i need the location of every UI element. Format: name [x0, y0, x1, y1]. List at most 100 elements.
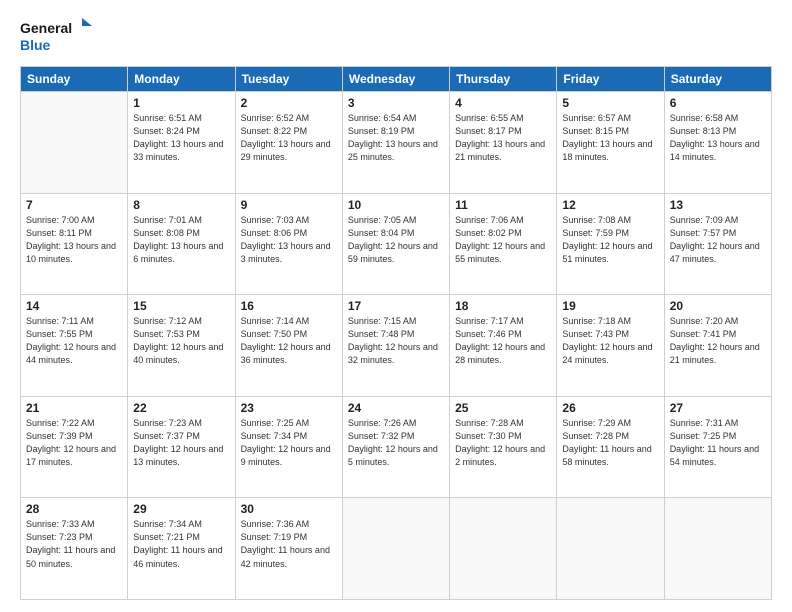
day-number: 7	[26, 198, 122, 212]
day-info: Sunrise: 7:05 AMSunset: 8:04 PMDaylight:…	[348, 214, 444, 266]
calendar-week-2: 14 Sunrise: 7:11 AMSunset: 7:55 PMDayligh…	[21, 295, 772, 397]
calendar-cell: 26 Sunrise: 7:29 AMSunset: 7:28 PMDayligh…	[557, 396, 664, 498]
day-number: 28	[26, 502, 122, 516]
day-number: 8	[133, 198, 229, 212]
day-number: 18	[455, 299, 551, 313]
header-row: Sunday Monday Tuesday Wednesday Thursday…	[21, 67, 772, 92]
day-number: 1	[133, 96, 229, 110]
day-number: 17	[348, 299, 444, 313]
day-info: Sunrise: 7:18 AMSunset: 7:43 PMDaylight:…	[562, 315, 658, 367]
calendar-cell	[450, 498, 557, 600]
day-info: Sunrise: 7:33 AMSunset: 7:23 PMDaylight:…	[26, 518, 122, 570]
day-info: Sunrise: 6:55 AMSunset: 8:17 PMDaylight:…	[455, 112, 551, 164]
day-info: Sunrise: 7:20 AMSunset: 7:41 PMDaylight:…	[670, 315, 766, 367]
calendar-cell: 7 Sunrise: 7:00 AMSunset: 8:11 PMDaylight…	[21, 193, 128, 295]
day-info: Sunrise: 7:11 AMSunset: 7:55 PMDaylight:…	[26, 315, 122, 367]
calendar-cell	[664, 498, 771, 600]
day-info: Sunrise: 7:08 AMSunset: 7:59 PMDaylight:…	[562, 214, 658, 266]
logo-svg: General Blue	[20, 16, 92, 56]
day-number: 26	[562, 401, 658, 415]
calendar-cell: 29 Sunrise: 7:34 AMSunset: 7:21 PMDayligh…	[128, 498, 235, 600]
calendar-week-1: 7 Sunrise: 7:00 AMSunset: 8:11 PMDaylight…	[21, 193, 772, 295]
day-number: 10	[348, 198, 444, 212]
day-number: 2	[241, 96, 337, 110]
calendar-cell: 20 Sunrise: 7:20 AMSunset: 7:41 PMDayligh…	[664, 295, 771, 397]
calendar-cell: 8 Sunrise: 7:01 AMSunset: 8:08 PMDaylight…	[128, 193, 235, 295]
calendar-cell: 25 Sunrise: 7:28 AMSunset: 7:30 PMDayligh…	[450, 396, 557, 498]
calendar-cell: 1 Sunrise: 6:51 AMSunset: 8:24 PMDaylight…	[128, 92, 235, 194]
day-info: Sunrise: 7:09 AMSunset: 7:57 PMDaylight:…	[670, 214, 766, 266]
calendar-cell: 19Sunrise: 7:18 AMSunset: 7:43 PMDayligh…	[557, 295, 664, 397]
calendar-cell: 22 Sunrise: 7:23 AMSunset: 7:37 PMDayligh…	[128, 396, 235, 498]
calendar-cell: 10 Sunrise: 7:05 AMSunset: 8:04 PMDayligh…	[342, 193, 449, 295]
day-number: 27	[670, 401, 766, 415]
calendar-cell: 13 Sunrise: 7:09 AMSunset: 7:57 PMDayligh…	[664, 193, 771, 295]
col-sunday: Sunday	[21, 67, 128, 92]
calendar-cell: 5 Sunrise: 6:57 AMSunset: 8:15 PMDaylight…	[557, 92, 664, 194]
day-number: 22	[133, 401, 229, 415]
day-number: 21	[26, 401, 122, 415]
calendar-cell: 24 Sunrise: 7:26 AMSunset: 7:32 PMDayligh…	[342, 396, 449, 498]
day-info: Sunrise: 7:01 AMSunset: 8:08 PMDaylight:…	[133, 214, 229, 266]
day-number: 4	[455, 96, 551, 110]
day-number: 11	[455, 198, 551, 212]
calendar-cell: 21Sunrise: 7:22 AMSunset: 7:39 PMDayligh…	[21, 396, 128, 498]
day-number: 29	[133, 502, 229, 516]
col-monday: Monday	[128, 67, 235, 92]
calendar-week-3: 21Sunrise: 7:22 AMSunset: 7:39 PMDayligh…	[21, 396, 772, 498]
day-number: 12	[562, 198, 658, 212]
calendar-cell	[21, 92, 128, 194]
day-info: Sunrise: 6:52 AMSunset: 8:22 PMDaylight:…	[241, 112, 337, 164]
calendar-cell: 4 Sunrise: 6:55 AMSunset: 8:17 PMDaylight…	[450, 92, 557, 194]
day-info: Sunrise: 7:34 AMSunset: 7:21 PMDaylight:…	[133, 518, 229, 570]
day-number: 20	[670, 299, 766, 313]
day-info: Sunrise: 6:54 AMSunset: 8:19 PMDaylight:…	[348, 112, 444, 164]
day-number: 9	[241, 198, 337, 212]
calendar-cell: 2 Sunrise: 6:52 AMSunset: 8:22 PMDaylight…	[235, 92, 342, 194]
header: General Blue	[20, 16, 772, 56]
calendar-cell: 9 Sunrise: 7:03 AMSunset: 8:06 PMDaylight…	[235, 193, 342, 295]
day-number: 3	[348, 96, 444, 110]
day-info: Sunrise: 7:03 AMSunset: 8:06 PMDaylight:…	[241, 214, 337, 266]
day-info: Sunrise: 7:14 AMSunset: 7:50 PMDaylight:…	[241, 315, 337, 367]
calendar-table: Sunday Monday Tuesday Wednesday Thursday…	[20, 66, 772, 600]
svg-text:General: General	[20, 20, 72, 36]
day-number: 30	[241, 502, 337, 516]
day-number: 15	[133, 299, 229, 313]
day-info: Sunrise: 7:15 AMSunset: 7:48 PMDaylight:…	[348, 315, 444, 367]
col-saturday: Saturday	[664, 67, 771, 92]
day-info: Sunrise: 7:23 AMSunset: 7:37 PMDaylight:…	[133, 417, 229, 469]
calendar-cell: 12 Sunrise: 7:08 AMSunset: 7:59 PMDayligh…	[557, 193, 664, 295]
day-info: Sunrise: 7:25 AMSunset: 7:34 PMDaylight:…	[241, 417, 337, 469]
day-number: 25	[455, 401, 551, 415]
calendar-cell: 15 Sunrise: 7:12 AMSunset: 7:53 PMDayligh…	[128, 295, 235, 397]
day-number: 24	[348, 401, 444, 415]
col-wednesday: Wednesday	[342, 67, 449, 92]
day-info: Sunrise: 7:29 AMSunset: 7:28 PMDaylight:…	[562, 417, 658, 469]
day-info: Sunrise: 6:51 AMSunset: 8:24 PMDaylight:…	[133, 112, 229, 164]
calendar-cell: 6Sunrise: 6:58 AMSunset: 8:13 PMDaylight…	[664, 92, 771, 194]
day-info: Sunrise: 7:26 AMSunset: 7:32 PMDaylight:…	[348, 417, 444, 469]
col-thursday: Thursday	[450, 67, 557, 92]
col-tuesday: Tuesday	[235, 67, 342, 92]
day-number: 14	[26, 299, 122, 313]
day-info: Sunrise: 7:00 AMSunset: 8:11 PMDaylight:…	[26, 214, 122, 266]
day-info: Sunrise: 6:57 AMSunset: 8:15 PMDaylight:…	[562, 112, 658, 164]
day-number: 16	[241, 299, 337, 313]
day-number: 13	[670, 198, 766, 212]
day-info: Sunrise: 7:28 AMSunset: 7:30 PMDaylight:…	[455, 417, 551, 469]
calendar-cell: 27 Sunrise: 7:31 AMSunset: 7:25 PMDayligh…	[664, 396, 771, 498]
day-info: Sunrise: 7:31 AMSunset: 7:25 PMDaylight:…	[670, 417, 766, 469]
col-friday: Friday	[557, 67, 664, 92]
calendar-cell: 28 Sunrise: 7:33 AMSunset: 7:23 PMDayligh…	[21, 498, 128, 600]
calendar-cell	[557, 498, 664, 600]
logo: General Blue	[20, 16, 92, 56]
calendar-cell: 17 Sunrise: 7:15 AMSunset: 7:48 PMDayligh…	[342, 295, 449, 397]
calendar-cell: 16 Sunrise: 7:14 AMSunset: 7:50 PMDayligh…	[235, 295, 342, 397]
calendar-week-4: 28 Sunrise: 7:33 AMSunset: 7:23 PMDayligh…	[21, 498, 772, 600]
calendar-cell: 23Sunrise: 7:25 AMSunset: 7:34 PMDayligh…	[235, 396, 342, 498]
calendar-cell: 3 Sunrise: 6:54 AMSunset: 8:19 PMDaylight…	[342, 92, 449, 194]
svg-text:Blue: Blue	[20, 37, 51, 53]
day-number: 5	[562, 96, 658, 110]
day-info: Sunrise: 7:12 AMSunset: 7:53 PMDaylight:…	[133, 315, 229, 367]
